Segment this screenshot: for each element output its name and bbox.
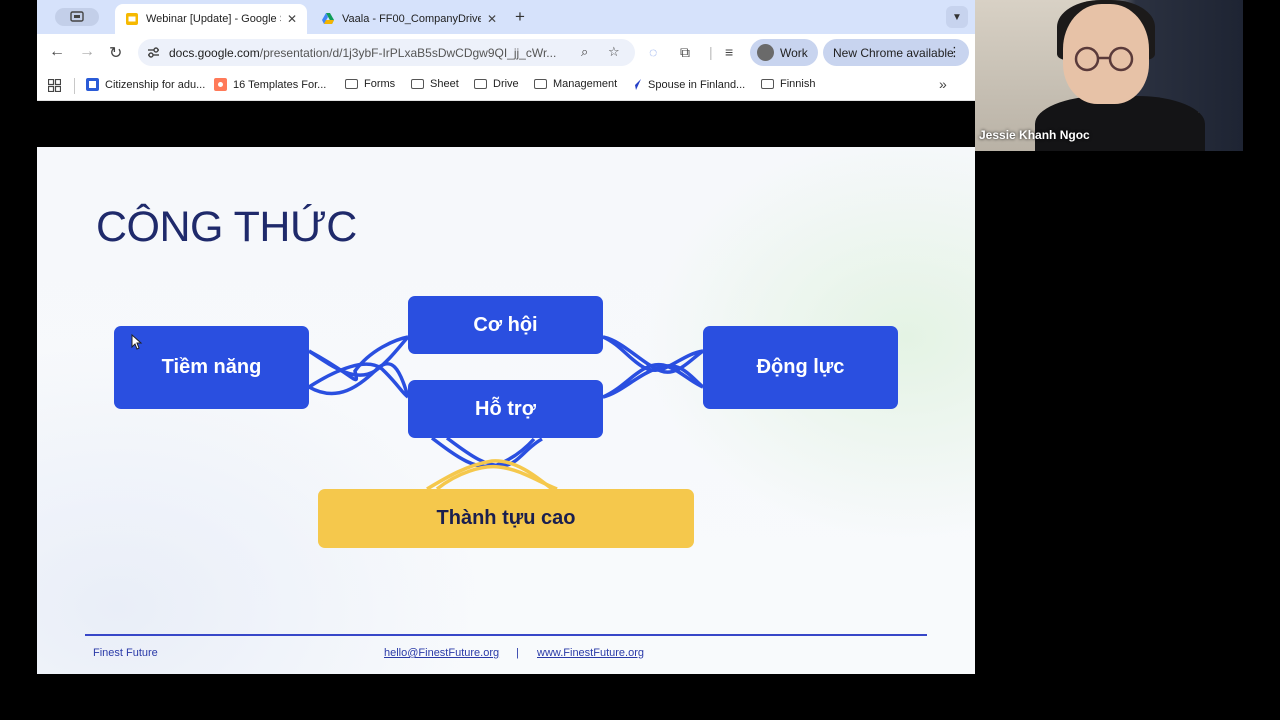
footer-website-link[interactable]: www.FinestFuture.org [537, 647, 644, 659]
bookmarks-divider [74, 78, 75, 94]
tab-vaala-drive[interactable]: Vaala - FF00_CompanyDrive ✕ [311, 4, 507, 34]
tab-list-menu-icon[interactable]: ▼ [946, 6, 968, 28]
bookmark-label: Management [553, 78, 618, 90]
site-icon [86, 78, 99, 91]
bookmark-label: Citizenship for adu... [105, 78, 206, 91]
bookmarks-bar: Citizenship for adu... 16 Templates For.… [37, 71, 975, 101]
url-host: docs.google.com [169, 46, 260, 60]
bookmark-label: Sheet [430, 78, 459, 90]
bookmark-forms[interactable]: Forms [345, 78, 395, 90]
tab-title: Webinar [Update] - Google Sl [146, 13, 281, 25]
box-dong-luc: Động lực [703, 326, 898, 409]
bookmark-label: 16 Templates For... [233, 78, 327, 91]
more-menu-icon[interactable]: ⋮ [948, 44, 961, 60]
bookmark-templates[interactable]: 16 Templates For... [214, 78, 326, 91]
presentation-slide: CÔNG THỨC Tiềm năng Cơ hội Hỗ trợ Động l… [37, 147, 975, 674]
folder-icon [411, 79, 424, 89]
profile-button[interactable]: Work [750, 39, 818, 66]
folder-icon [474, 79, 487, 89]
glasses-icon [1074, 46, 1134, 72]
loading-spinner-icon: ◌ [649, 44, 658, 60]
google-slides-icon [126, 13, 138, 25]
more-bookmarks-icon[interactable]: » [939, 76, 947, 92]
browser-window: Webinar [Update] - Google Sl ✕ Vaala - F… [37, 0, 975, 101]
bookmark-star-icon[interactable]: ☆ [608, 44, 620, 60]
bookmark-finnish[interactable]: Finnish [761, 78, 815, 90]
close-tab-icon[interactable]: ✕ [287, 12, 297, 26]
close-tab-icon[interactable]: ✕ [487, 12, 497, 26]
tab-overview-icon [70, 11, 84, 22]
tab-title: Vaala - FF00_CompanyDrive [342, 13, 481, 25]
zoom-search-icon[interactable]: ⌕ [581, 44, 588, 60]
bookmark-management[interactable]: Management [534, 78, 617, 90]
toolbar-divider: | [709, 44, 713, 60]
webcam-person-body [1035, 96, 1205, 151]
box-tiem-nang: Tiềm năng [114, 326, 309, 409]
profile-label: Work [780, 45, 808, 60]
url-path: /presentation/d/1j3ybF-IrPLxaB5sDwCDgw9Q… [259, 46, 557, 60]
tab-search-button[interactable] [55, 8, 99, 26]
tab-webinar[interactable]: Webinar [Update] - Google Sl ✕ [115, 4, 307, 34]
bookmark-label: Forms [364, 78, 396, 90]
hubspot-icon [214, 78, 227, 91]
bookmark-sheet[interactable]: Sheet [411, 78, 459, 90]
folder-icon [761, 79, 774, 89]
back-icon[interactable]: ← [49, 43, 65, 61]
webcam-feed: Jessie Khanh Ngoc [975, 0, 1243, 151]
site-info-icon[interactable] [146, 45, 161, 60]
url-text: docs.google.com/presentation/d/1j3ybF-Ir… [169, 46, 556, 60]
site-icon [630, 79, 641, 90]
forward-icon[interactable]: → [79, 43, 95, 61]
footer-brand: Finest Future [93, 647, 158, 659]
extensions-icon[interactable]: ⧉ [680, 44, 690, 61]
bookmark-label: Drive [493, 78, 519, 90]
google-drive-icon [322, 13, 334, 24]
box-ho-tro: Hỗ trợ [408, 380, 603, 438]
bookmark-spouse-finland[interactable]: Spouse in Finland... [629, 78, 745, 91]
mouse-cursor-icon [131, 334, 143, 350]
folder-icon [534, 79, 547, 89]
footer-email-link[interactable]: hello@FinestFuture.org [384, 647, 499, 659]
media-control-icon[interactable]: ≡ [725, 44, 733, 60]
bookmark-drive[interactable]: Drive [474, 78, 519, 90]
reload-icon[interactable]: ↻ [109, 43, 122, 63]
new-chrome-available-button[interactable]: New Chrome available ⋮ [823, 39, 969, 66]
bookmark-citizenship[interactable]: Citizenship for adu... [86, 78, 205, 91]
new-tab-icon[interactable]: + [515, 7, 525, 27]
toolbar: ← → ↻ docs.google.com/presentation/d/1j3… [37, 34, 975, 71]
update-label: New Chrome available [833, 45, 954, 60]
box-co-hoi: Cơ hội [408, 296, 603, 354]
box-thanh-tuu-cao: Thành tựu cao [318, 489, 694, 548]
footer-divider-text: | [516, 647, 519, 659]
participant-name: Jessie Khanh Ngoc [979, 128, 1090, 142]
bookmark-label: Finnish [780, 78, 816, 90]
tab-strip: Webinar [Update] - Google Sl ✕ Vaala - F… [37, 0, 975, 34]
footer-divider [85, 634, 927, 636]
folder-icon [345, 79, 358, 89]
bookmark-label: Spouse in Finland... [648, 78, 746, 91]
avatar [757, 44, 774, 61]
address-bar[interactable]: docs.google.com/presentation/d/1j3ybF-Ir… [138, 39, 635, 66]
apps-grid-icon[interactable] [48, 79, 61, 92]
